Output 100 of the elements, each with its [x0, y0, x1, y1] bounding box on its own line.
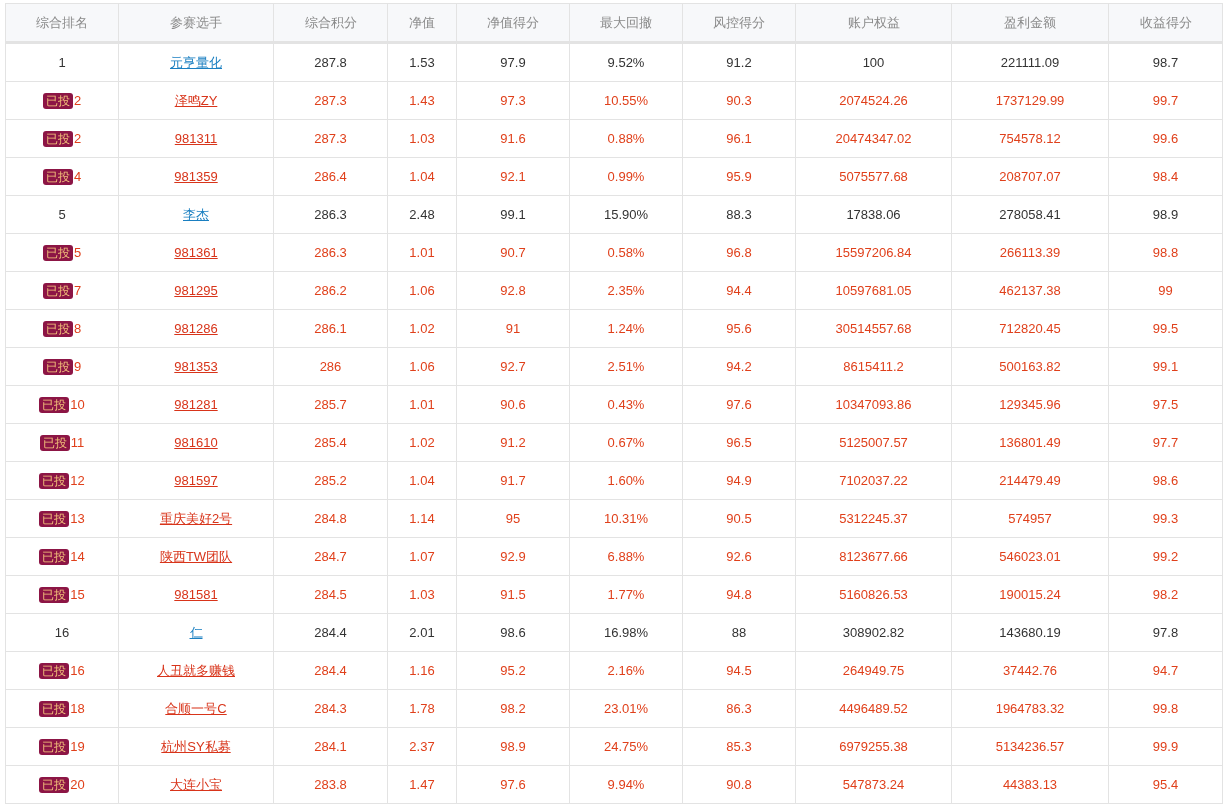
table-cell: 96.1	[682, 119, 796, 158]
invested-badge: 已投	[39, 472, 70, 489]
table-cell: 99.7	[1108, 81, 1223, 120]
table-cell: 5125007.57	[795, 423, 952, 462]
column-header: 风控得分	[682, 3, 796, 43]
player-link[interactable]: 元亨量化	[170, 54, 222, 70]
table-cell: 1.24%	[569, 309, 683, 348]
table-cell: 1.16	[387, 651, 457, 690]
table-cell: 1.78	[387, 689, 457, 728]
table-cell: 98.9	[456, 727, 570, 766]
player-link[interactable]: 981361	[174, 245, 218, 260]
table-cell: 5312245.37	[795, 499, 952, 538]
column-header: 综合积分	[273, 3, 388, 43]
player-link[interactable]: 重庆美好2号	[159, 510, 233, 526]
table-cell: 98.6	[456, 613, 570, 652]
table-cell: 30514557.68	[795, 309, 952, 348]
player-link[interactable]: 泽鸣ZY	[174, 92, 218, 108]
player-link[interactable]: 981581	[174, 587, 218, 602]
table-cell: 99	[1108, 271, 1223, 310]
table-cell: 284.4	[273, 651, 388, 690]
table-cell: 92.8	[456, 271, 570, 310]
player-link[interactable]: 合顺一号C	[165, 700, 227, 716]
table-cell: 1.07	[387, 537, 457, 576]
rank-number: 11	[70, 434, 85, 450]
table-cell: 99.1	[456, 195, 570, 234]
table-cell: 214479.49	[951, 461, 1109, 500]
table-cell: 6979255.38	[795, 727, 952, 766]
table-cell: 143680.19	[951, 613, 1109, 652]
table-cell: 1.01	[387, 233, 457, 272]
table-cell: 99.6	[1108, 119, 1223, 158]
table-cell: 98.4	[1108, 157, 1223, 196]
table-cell: 1.77%	[569, 575, 683, 614]
table-cell: 99.1	[1108, 347, 1223, 386]
player-link[interactable]: 981311	[174, 131, 218, 146]
rank-number: 7	[73, 282, 82, 298]
rank-number: 9	[73, 358, 82, 374]
table-cell: 2.01	[387, 613, 457, 652]
table-cell: 6.88%	[569, 537, 683, 576]
invested-badge: 已投	[42, 320, 73, 337]
table-cell: 90.8	[682, 765, 796, 804]
player-link[interactable]: 981597	[174, 473, 218, 488]
table-cell: 4496489.52	[795, 689, 952, 728]
invested-badge: 已投	[42, 92, 73, 109]
table-cell: 286	[273, 347, 388, 386]
table-cell: 91.7	[456, 461, 570, 500]
rank-number: 13	[70, 510, 85, 526]
player-link[interactable]: 仁	[189, 624, 203, 640]
player-link[interactable]: 李杰	[183, 206, 209, 222]
player-link[interactable]: 981610	[174, 435, 218, 450]
table-cell: 94.9	[682, 461, 796, 500]
player-link[interactable]: 大连小宝	[170, 776, 222, 792]
player-link[interactable]: 981281	[174, 397, 218, 412]
table-cell: 286.3	[273, 233, 388, 272]
column-header: 最大回撤	[569, 3, 683, 43]
table-cell: 97.7	[1108, 423, 1223, 462]
player-link[interactable]: 陕西TW团队	[159, 548, 233, 564]
invested-badge: 已投	[39, 700, 70, 717]
rank-number: 16	[70, 662, 85, 678]
table-cell: 94.2	[682, 347, 796, 386]
table-cell: 98.2	[456, 689, 570, 728]
table-cell: 99.5	[1108, 309, 1223, 348]
table-cell: 92.7	[456, 347, 570, 386]
table-cell: 2.16%	[569, 651, 683, 690]
player-link[interactable]: 981286	[174, 321, 218, 336]
column-header: 综合排名	[5, 3, 119, 43]
table-cell: 37442.76	[951, 651, 1109, 690]
table-cell: 278058.41	[951, 195, 1109, 234]
table-cell: 90.3	[682, 81, 796, 120]
table-cell: 99.2	[1108, 537, 1223, 576]
table-cell: 97.6	[682, 385, 796, 424]
invested-badge: 已投	[39, 662, 70, 679]
table-cell: 23.01%	[569, 689, 683, 728]
table-cell: 85.3	[682, 727, 796, 766]
player-link[interactable]: 人丑就多赚钱	[157, 662, 235, 678]
table-cell: 99.8	[1108, 689, 1223, 728]
table-cell: 308902.82	[795, 613, 952, 652]
table-cell: 94.8	[682, 575, 796, 614]
player-link[interactable]: 981359	[174, 169, 218, 184]
table-cell: 285.4	[273, 423, 388, 462]
table-cell: 88.3	[682, 195, 796, 234]
table-cell: 1.02	[387, 309, 457, 348]
table-cell: 2.48	[387, 195, 457, 234]
table-cell: 574957	[951, 499, 1109, 538]
player-link[interactable]: 杭州SY私募	[161, 738, 231, 754]
player-link[interactable]: 981353	[174, 359, 218, 374]
table-cell: 20474347.02	[795, 119, 952, 158]
player-link[interactable]: 981295	[174, 283, 218, 298]
table-cell: 98.9	[1108, 195, 1223, 234]
table-cell: 285.7	[273, 385, 388, 424]
table-cell: 44383.13	[951, 765, 1109, 804]
table-cell: 500163.82	[951, 347, 1109, 386]
invested-badge: 已投	[39, 738, 70, 755]
table-cell: 98.2	[1108, 575, 1223, 614]
table-cell: 94.4	[682, 271, 796, 310]
table-cell: 2.37	[387, 727, 457, 766]
invested-badge: 已投	[39, 434, 70, 451]
table-cell: 1.53	[387, 42, 457, 82]
invested-badge: 已投	[39, 396, 70, 413]
table-cell: 98.6	[1108, 461, 1223, 500]
table-cell: 16.98%	[569, 613, 683, 652]
